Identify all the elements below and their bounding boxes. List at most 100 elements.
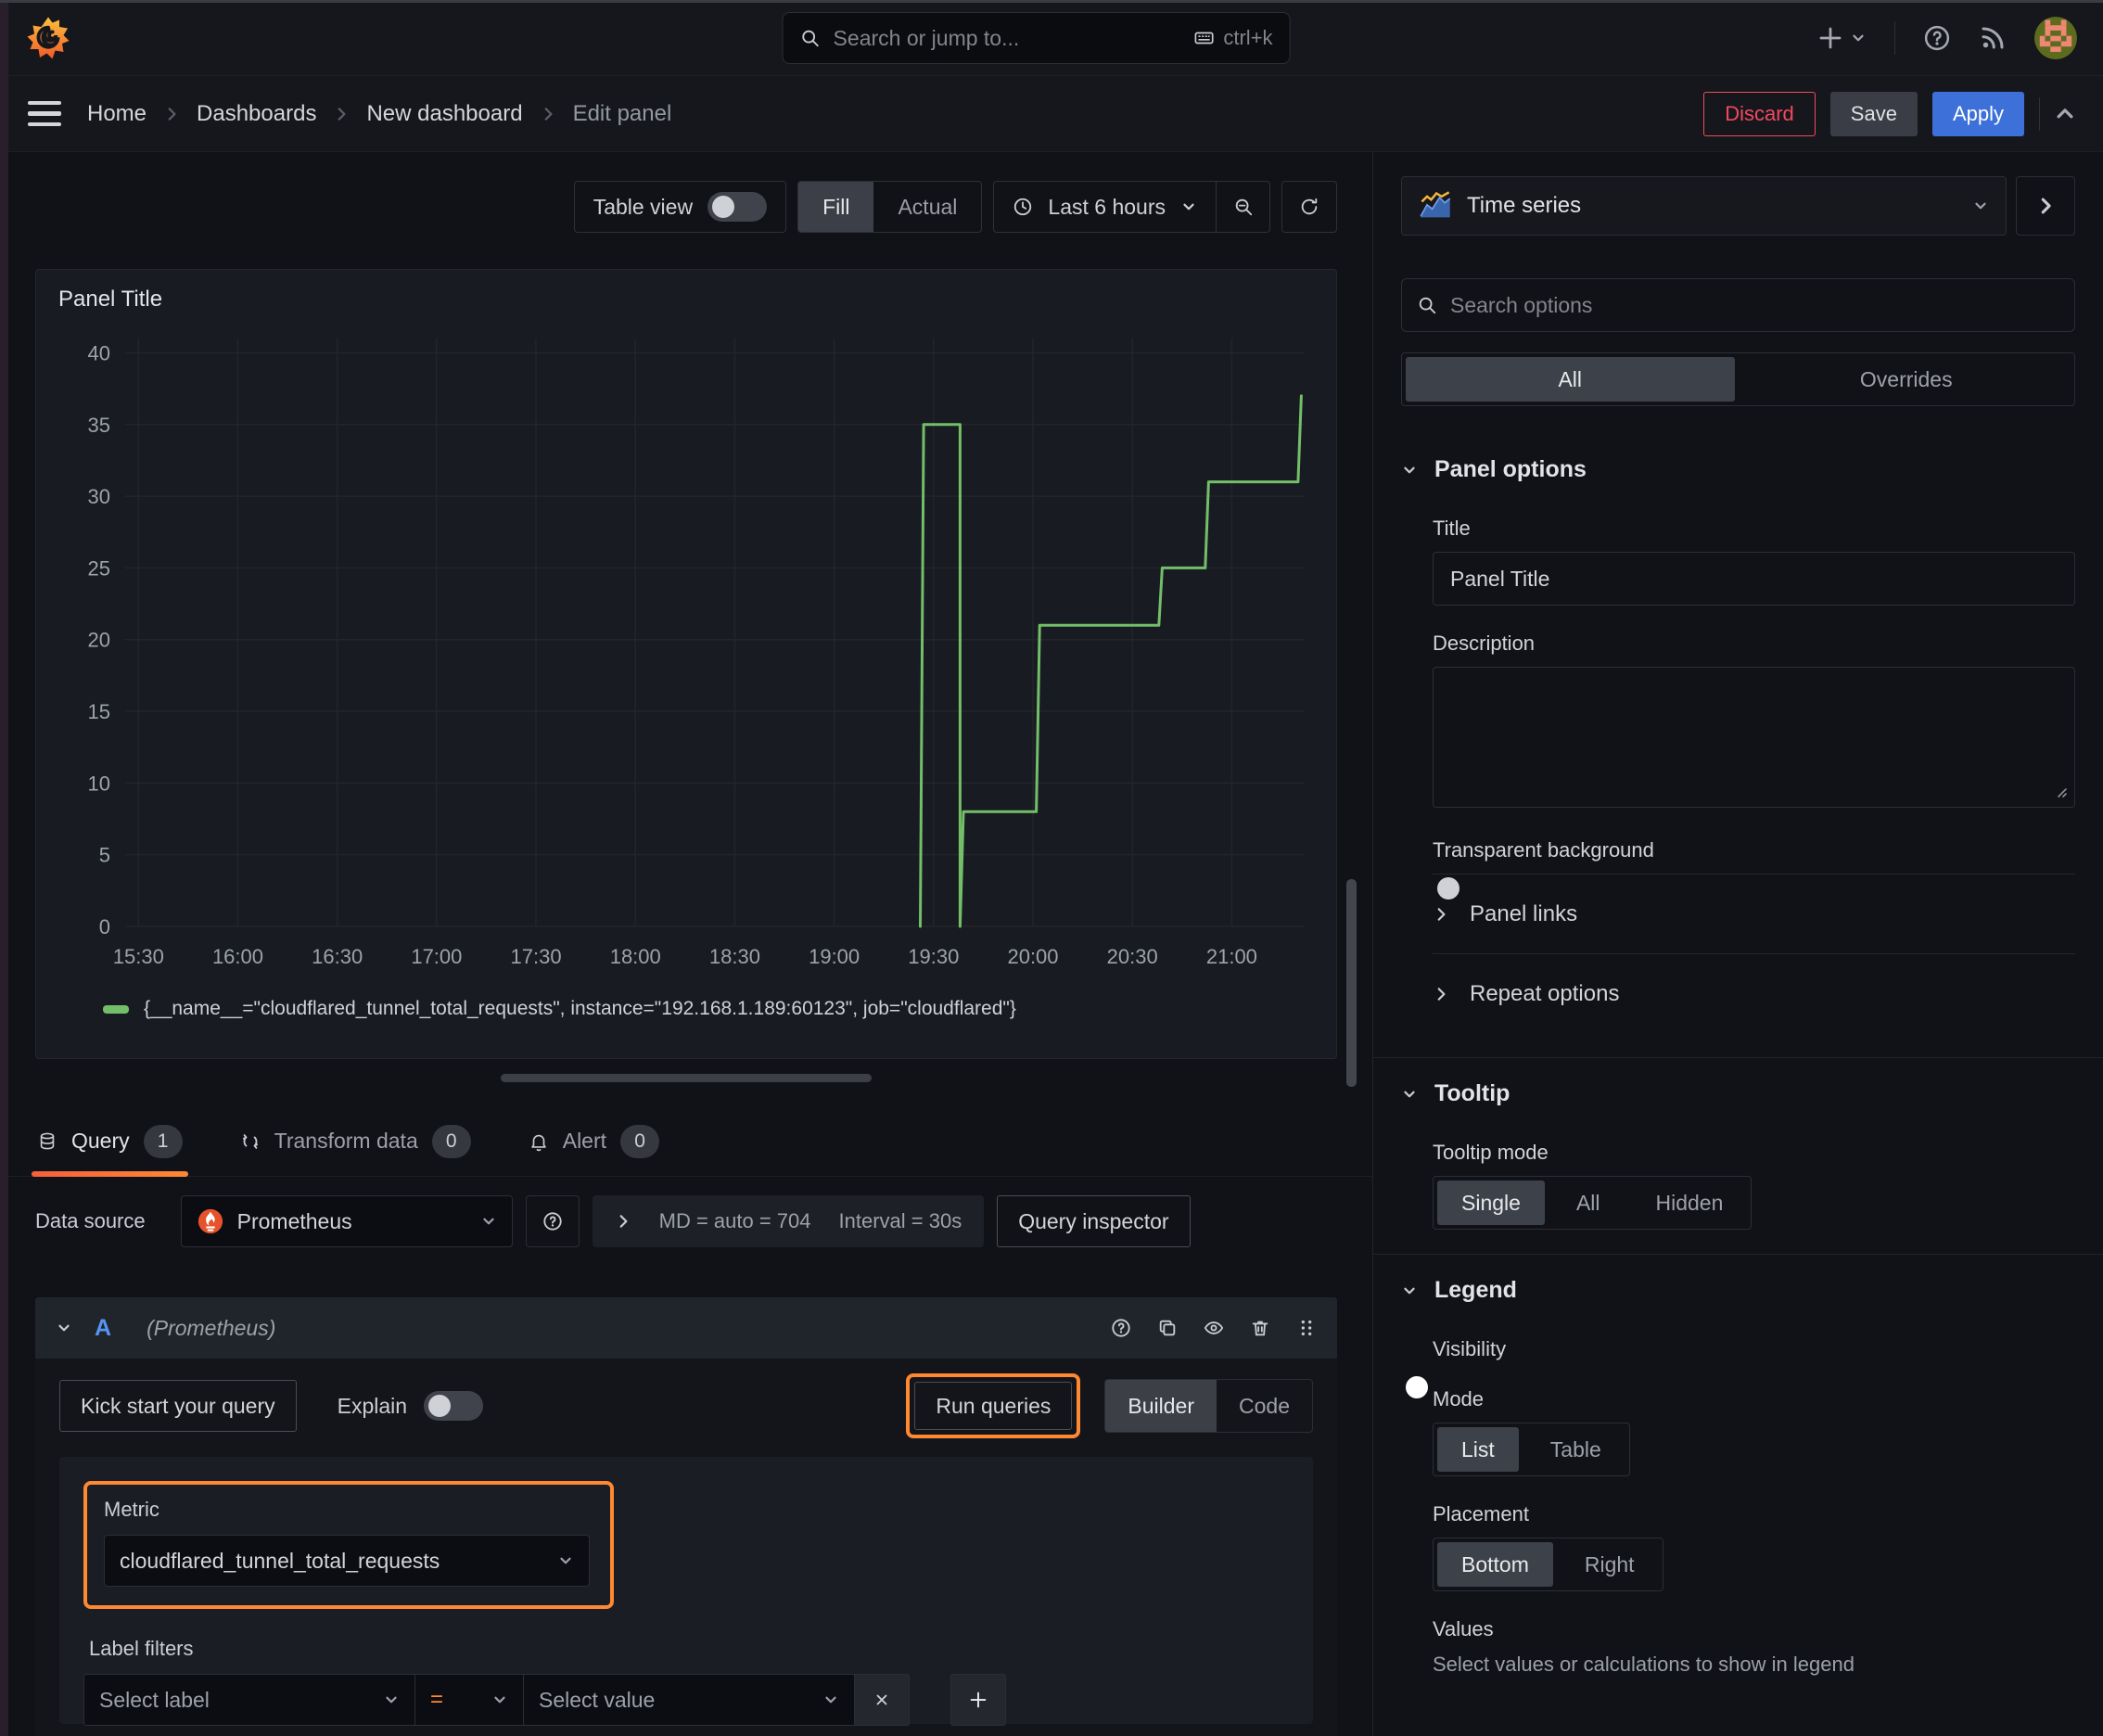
news-button[interactable] (1979, 24, 2007, 52)
query-inspector-button[interactable]: Query inspector (997, 1195, 1191, 1247)
tooltip-mode-single[interactable]: Single (1437, 1181, 1545, 1225)
query-row-header[interactable]: A (Prometheus) (35, 1297, 1337, 1359)
query-count-badge: 1 (143, 1124, 183, 1158)
chevron-down-icon (1401, 1283, 1418, 1299)
time-series-chart[interactable]: 0 5 10 15 20 25 30 35 40 15:30 16:00 16:30 17:00 17:3… (58, 322, 1316, 996)
new-menu-button[interactable] (1816, 24, 1867, 52)
section-panel-options[interactable]: Panel options (1401, 434, 2075, 491)
panel-resize-handle[interactable] (501, 1074, 872, 1082)
svg-text:20: 20 (88, 629, 110, 652)
chevron-down-icon (1853, 34, 1864, 41)
actual-option[interactable]: Actual (873, 182, 981, 232)
values-hint: Select values or calculations to show in… (1433, 1653, 1854, 1676)
bell-icon (529, 1131, 549, 1152)
menu-toggle-button[interactable] (28, 100, 61, 127)
builder-option[interactable]: Builder (1105, 1380, 1217, 1432)
code-option[interactable]: Code (1217, 1380, 1312, 1432)
panel-title: Panel Title (58, 287, 163, 312)
select-value-placeholder: Select value (539, 1687, 656, 1712)
explain-toggle[interactable] (424, 1391, 484, 1421)
table-view-toggle[interactable] (707, 192, 768, 222)
tab-transform-label: Transform data (274, 1129, 418, 1153)
tab-query[interactable]: Query 1 (32, 1106, 188, 1177)
metric-select[interactable]: cloudflared_tunnel_total_requests (104, 1535, 590, 1587)
collapse-options-button[interactable] (2016, 176, 2075, 236)
top-bar: ctrl+k (0, 0, 2103, 76)
tab-query-label: Query (71, 1129, 130, 1153)
datasource-help-button[interactable] (525, 1195, 580, 1247)
query-ref-id: A (95, 1314, 112, 1341)
query-toolbar: Kick start your query Explain Run querie… (59, 1373, 1313, 1438)
svg-text:18:00: 18:00 (610, 945, 661, 968)
discard-button[interactable]: Discard (1703, 91, 1816, 136)
svg-text:40: 40 (88, 341, 110, 364)
hide-query-icon[interactable] (1204, 1318, 1224, 1338)
repeat-options-collapsible[interactable]: Repeat options (1433, 953, 2075, 1033)
panel-links-collapsible[interactable]: Panel links (1433, 874, 2075, 953)
legend-mode-switch: List Table (1433, 1423, 1630, 1476)
panel-title-input[interactable] (1433, 552, 2075, 606)
search-input[interactable] (833, 25, 1181, 51)
svg-text:25: 25 (88, 556, 110, 580)
description-textarea[interactable] (1433, 667, 2075, 808)
tooltip-body: Tooltip mode Single All Hidden (1433, 1141, 2075, 1230)
chevron-down-icon[interactable] (56, 1320, 72, 1336)
add-filter-button[interactable] (950, 1674, 1006, 1726)
select-value-dropdown[interactable]: Select value (523, 1674, 855, 1726)
breadcrumb-home[interactable]: Home (87, 101, 147, 127)
collapse-header-button[interactable] (2055, 104, 2075, 124)
operator-dropdown[interactable]: = (414, 1674, 524, 1726)
top-bar-actions (1816, 16, 2077, 59)
legend-mode-list[interactable]: List (1437, 1427, 1519, 1472)
delete-query-icon[interactable] (1250, 1318, 1270, 1338)
options-search-input[interactable] (1450, 292, 2059, 318)
resize-grip-icon[interactable] (2053, 784, 2068, 803)
svg-text:15: 15 (88, 700, 110, 723)
avatar[interactable] (2034, 16, 2077, 59)
tab-overrides[interactable]: Overrides (1739, 353, 2075, 405)
breadcrumb-dashboards[interactable]: Dashboards (197, 101, 316, 127)
apply-button[interactable]: Apply (1931, 91, 2024, 136)
options-search[interactable] (1401, 278, 2075, 332)
legend-mode-table[interactable]: Table (1523, 1423, 1629, 1475)
chevron-right-icon (333, 106, 350, 122)
time-range-picker[interactable]: Last 6 hours (994, 182, 1216, 232)
section-legend[interactable]: Legend (1401, 1255, 2075, 1311)
chart-legend[interactable]: {__name__="cloudflared_tunnel_total_requ… (103, 998, 1314, 1020)
explain-control: Explain (338, 1391, 484, 1421)
drag-handle-icon[interactable] (1296, 1318, 1317, 1338)
help-button[interactable] (1923, 24, 1951, 52)
duplicate-query-icon[interactable] (1157, 1318, 1178, 1338)
scrollbar-thumb[interactable] (1346, 879, 1357, 1087)
tooltip-mode-label: Tooltip mode (1433, 1141, 1549, 1164)
tooltip-mode-all[interactable]: All (1549, 1177, 1628, 1229)
tab-all-options[interactable]: All (1406, 357, 1735, 402)
panel-actions: Discard Save Apply (1703, 91, 2075, 136)
tab-transform[interactable]: Transform data 0 (240, 1106, 471, 1176)
zoom-out-button[interactable] (1216, 182, 1269, 232)
visualization-picker[interactable]: Time series (1401, 176, 2007, 236)
refresh-button[interactable] (1282, 197, 1336, 217)
chevron-down-icon (822, 1691, 839, 1708)
run-queries-button[interactable]: Run queries (914, 1382, 1073, 1430)
section-tooltip[interactable]: Tooltip (1401, 1058, 2075, 1115)
view-toolbar: Table view Fill Actual Last 6 hours (0, 152, 1372, 237)
breadcrumb-new-dashboard[interactable]: New dashboard (366, 101, 522, 127)
query-options-summary[interactable]: MD = auto = 704 Interval = 30s (592, 1195, 985, 1247)
datasource-picker[interactable]: Prometheus (180, 1195, 513, 1247)
tooltip-mode-hidden[interactable]: Hidden (1628, 1177, 1752, 1229)
options-sidebar: Time series All Overrides (1372, 152, 2103, 1736)
tab-alert[interactable]: Alert 0 (529, 1106, 660, 1176)
select-label-dropdown[interactable]: Select label (83, 1674, 415, 1726)
fill-option[interactable]: Fill (798, 182, 874, 232)
save-button[interactable]: Save (1829, 91, 1918, 136)
placement-bottom[interactable]: Bottom (1437, 1542, 1553, 1587)
database-icon (37, 1131, 57, 1152)
fill-actual-switch: Fill Actual (797, 181, 983, 233)
query-help-icon[interactable] (1111, 1318, 1131, 1338)
remove-filter-button[interactable] (854, 1674, 910, 1726)
kick-start-button[interactable]: Kick start your query (59, 1380, 297, 1432)
placement-right[interactable]: Right (1557, 1538, 1663, 1590)
grafana-logo-icon[interactable] (26, 16, 70, 60)
global-search[interactable]: ctrl+k (782, 12, 1291, 64)
